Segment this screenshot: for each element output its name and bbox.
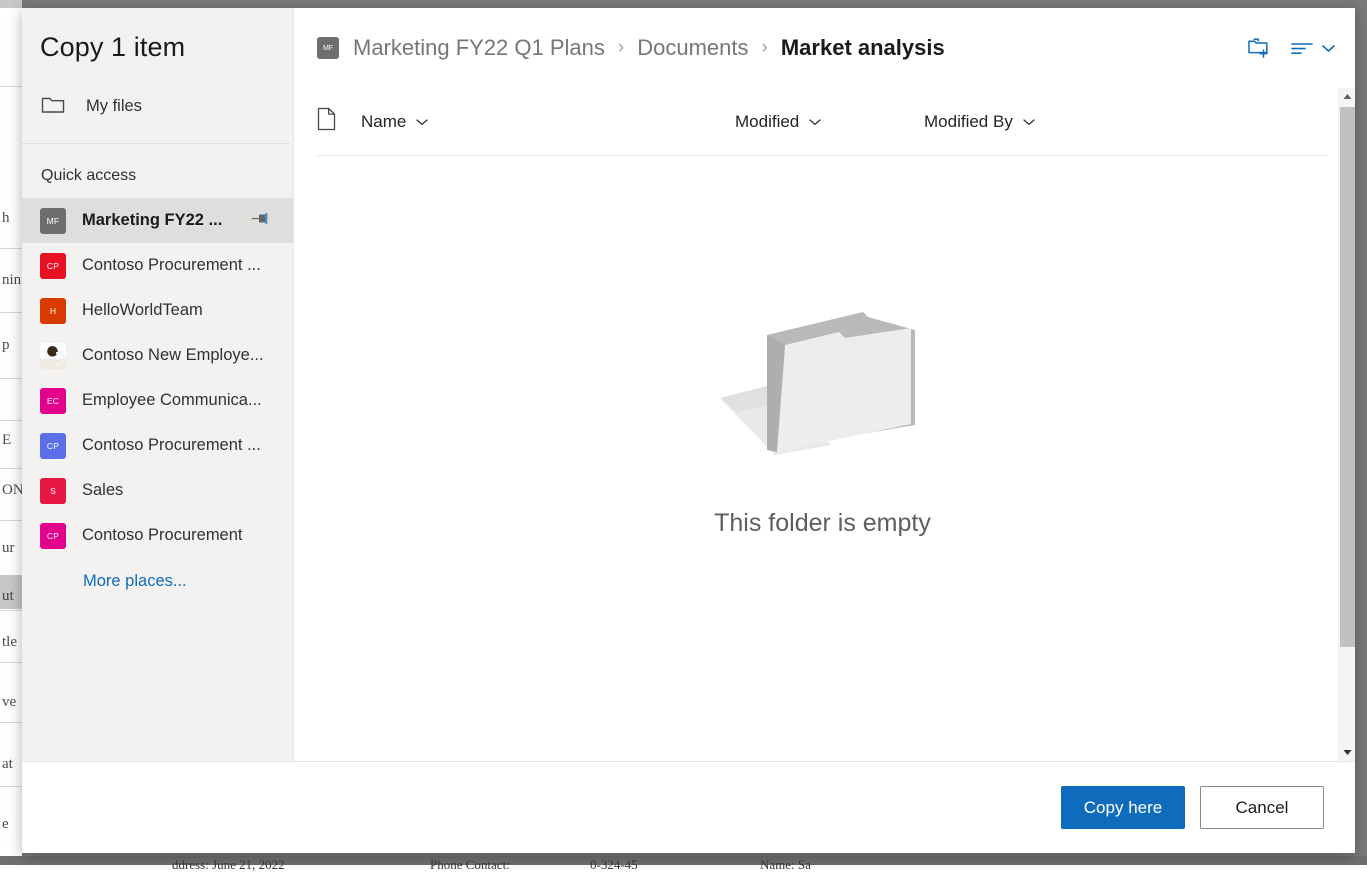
breadcrumb-separator: ›: [618, 37, 624, 59]
dialog-main-pane: MF Marketing FY22 Q1 Plans › Documents ›…: [294, 8, 1355, 761]
site-avatar: CP: [40, 523, 66, 549]
pin-icon[interactable]: [251, 211, 271, 230]
site-avatar: H: [40, 298, 66, 324]
scroll-down-arrow[interactable]: [1339, 744, 1356, 761]
background-bottom-text: Name: Sa: [760, 857, 811, 873]
site-avatar: CP: [40, 433, 66, 459]
new-folder-icon[interactable]: [1247, 37, 1270, 59]
background-bottom-text: Phone Contact:: [430, 857, 510, 873]
quick-access-item-label: Sales: [82, 481, 123, 500]
breadcrumb-actions: [1247, 37, 1337, 59]
column-header-modified-label: Modified: [735, 112, 799, 132]
quick-access-item[interactable]: CP Contoso Procurement ...: [22, 423, 293, 468]
chevron-down-icon: [808, 117, 822, 127]
background-text-fragment: tle: [2, 634, 17, 651]
chevron-down-icon: [1022, 117, 1036, 127]
background-text-fragment: ve: [2, 694, 16, 711]
folder-icon: [41, 94, 65, 119]
scrollbar-track[interactable]: [1339, 105, 1356, 744]
view-options-icon[interactable]: [1290, 40, 1337, 56]
quick-access-item[interactable]: EC Employee Communica...: [22, 378, 293, 423]
background-bottom-text: ddress: June 21, 2022: [172, 857, 285, 873]
quick-access-item[interactable]: Contoso New Employe...: [22, 333, 293, 378]
document-icon: [317, 107, 361, 136]
quick-access-item-label: Contoso Procurement ...: [82, 256, 261, 275]
site-avatar: MF: [317, 37, 339, 59]
dialog-title: Copy 1 item: [22, 30, 293, 64]
quick-access-item-label: Contoso Procurement ...: [82, 436, 261, 455]
background-text-fragment: ur: [2, 540, 15, 557]
site-thumbnail: [40, 343, 66, 369]
quick-access-item[interactable]: CP Contoso Procurement: [22, 513, 293, 558]
background-text-fragment: E: [2, 432, 11, 449]
column-header-modified-by-label: Modified By: [924, 112, 1013, 132]
file-list-area: Name Modified Modified By: [294, 88, 1355, 761]
scroll-up-arrow[interactable]: [1339, 88, 1356, 105]
quick-access-item-label: Marketing FY22 ...: [82, 211, 222, 230]
background-text-fragment: ut: [2, 588, 14, 605]
copy-item-dialog: Copy 1 item My files Quick access MF Mark…: [22, 8, 1355, 853]
background-text-fragment: nin: [2, 272, 21, 289]
quick-access-item-label: HelloWorldTeam: [82, 301, 203, 320]
background-text-fragment: e: [2, 816, 9, 833]
quick-access-item-label: Employee Communica...: [82, 391, 262, 410]
background-bottom-text: 0-324-45: [590, 857, 638, 873]
breadcrumb-item-documents[interactable]: Documents: [637, 35, 748, 61]
chevron-down-icon: [415, 117, 429, 127]
file-list: Name Modified Modified By: [294, 88, 1338, 761]
chevron-down-icon: [1320, 42, 1337, 54]
empty-folder-message: This folder is empty: [714, 509, 931, 538]
quick-access-list: MF Marketing FY22 ... CP Contoso Procuremen…: [22, 198, 293, 558]
cancel-button[interactable]: Cancel: [1200, 786, 1324, 829]
quick-access-item-label: Contoso Procurement: [82, 526, 243, 545]
scrollbar-thumb[interactable]: [1340, 107, 1355, 647]
site-avatar: EC: [40, 388, 66, 414]
site-avatar: S: [40, 478, 66, 504]
site-avatar: MF: [40, 208, 66, 234]
background-text-fragment: ON: [2, 482, 22, 499]
more-places-link[interactable]: More places...: [22, 558, 293, 591]
background-text-fragment: h: [2, 210, 10, 227]
column-header-name[interactable]: Name: [361, 112, 735, 132]
empty-folder-illustration: [715, 290, 931, 465]
dialog-footer: Copy here Cancel: [22, 761, 1355, 853]
copy-here-button[interactable]: Copy here: [1061, 786, 1185, 829]
quick-access-item[interactable]: MF Marketing FY22 ...: [22, 198, 293, 243]
background-document: h nin p E ON ur ut tle ve at e: [0, 0, 22, 856]
breadcrumb: MF Marketing FY22 Q1 Plans › Documents ›…: [294, 8, 1355, 88]
sidebar-item-my-files[interactable]: My files: [22, 84, 293, 128]
column-header-modified-by[interactable]: Modified By: [924, 112, 1124, 132]
column-header-modified[interactable]: Modified: [735, 112, 924, 132]
background-text-fragment: p: [2, 337, 10, 354]
dialog-sidebar: Copy 1 item My files Quick access MF Mark…: [22, 8, 294, 761]
quick-access-item[interactable]: H HelloWorldTeam: [22, 288, 293, 333]
breadcrumb-item-site[interactable]: Marketing FY22 Q1 Plans: [353, 35, 605, 61]
dialog-body: Copy 1 item My files Quick access MF Mark…: [22, 8, 1355, 761]
site-avatar: CP: [40, 253, 66, 279]
column-header-name-label: Name: [361, 112, 406, 132]
background-text-fragment: at: [2, 756, 13, 773]
quick-access-item[interactable]: S Sales: [22, 468, 293, 513]
quick-access-heading: Quick access: [22, 144, 293, 187]
vertical-scrollbar[interactable]: [1338, 88, 1355, 761]
breadcrumb-separator: ›: [762, 37, 768, 59]
column-headers: Name Modified Modified By: [317, 88, 1328, 156]
quick-access-item-label: Contoso New Employe...: [82, 346, 264, 365]
my-files-label: My files: [86, 97, 142, 116]
empty-folder-state: This folder is empty: [317, 156, 1328, 761]
breadcrumb-item-current: Market analysis: [781, 35, 945, 61]
quick-access-item[interactable]: CP Contoso Procurement ...: [22, 243, 293, 288]
